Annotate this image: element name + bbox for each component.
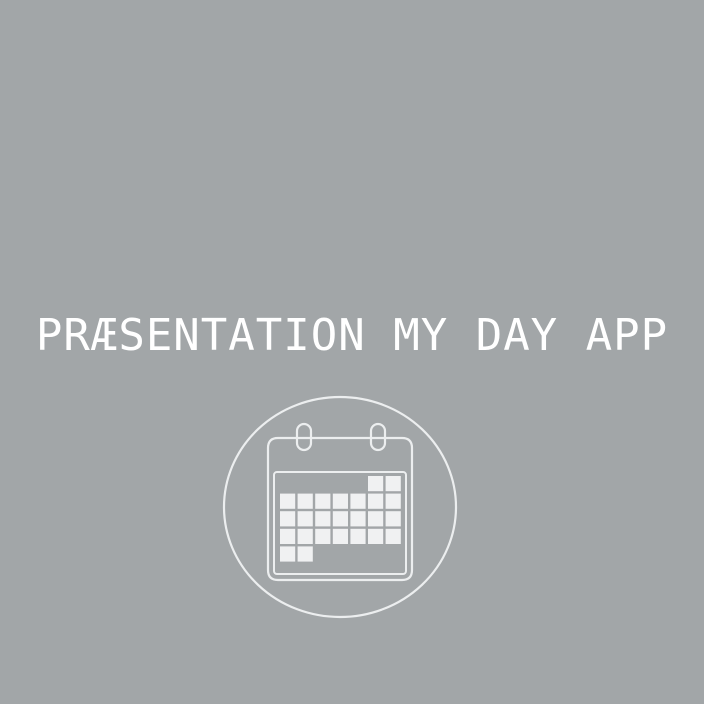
- calendar-grid: [280, 476, 401, 562]
- calendar-badge: [222, 394, 458, 620]
- calendar-icon: [222, 395, 458, 619]
- calendar-day-cell: [297, 511, 313, 527]
- calendar-day-cell: [368, 493, 384, 509]
- calendar-day-cell: [332, 528, 348, 544]
- calendar-day-cell: [280, 493, 296, 509]
- calendar-day-cell: [297, 493, 313, 509]
- calendar-day-cell: [297, 546, 313, 562]
- calendar-day-cell: [280, 511, 296, 527]
- calendar-day-cell: [315, 511, 331, 527]
- calendar-day-cell: [385, 528, 401, 544]
- calendar-day-cell: [368, 511, 384, 527]
- calendar-day-cell: [368, 476, 384, 492]
- calendar-day-cell: [332, 511, 348, 527]
- calendar-day-cell: [315, 528, 331, 544]
- calendar-day-cell: [385, 476, 401, 492]
- calendar-day-cell: [297, 528, 313, 544]
- calendar-day-cell: [385, 511, 401, 527]
- calendar-day-cell: [385, 493, 401, 509]
- calendar-day-cell: [350, 511, 366, 527]
- calendar-day-cell: [332, 493, 348, 509]
- calendar-day-cell: [315, 493, 331, 509]
- calendar-day-cell: [350, 528, 366, 544]
- calendar-day-cell: [280, 546, 296, 562]
- calendar-day-cell: [350, 493, 366, 509]
- page-title: PRÆSENTATION MY DAY APP: [35, 310, 669, 361]
- calendar-day-cell: [280, 528, 296, 544]
- calendar-day-cell: [368, 528, 384, 544]
